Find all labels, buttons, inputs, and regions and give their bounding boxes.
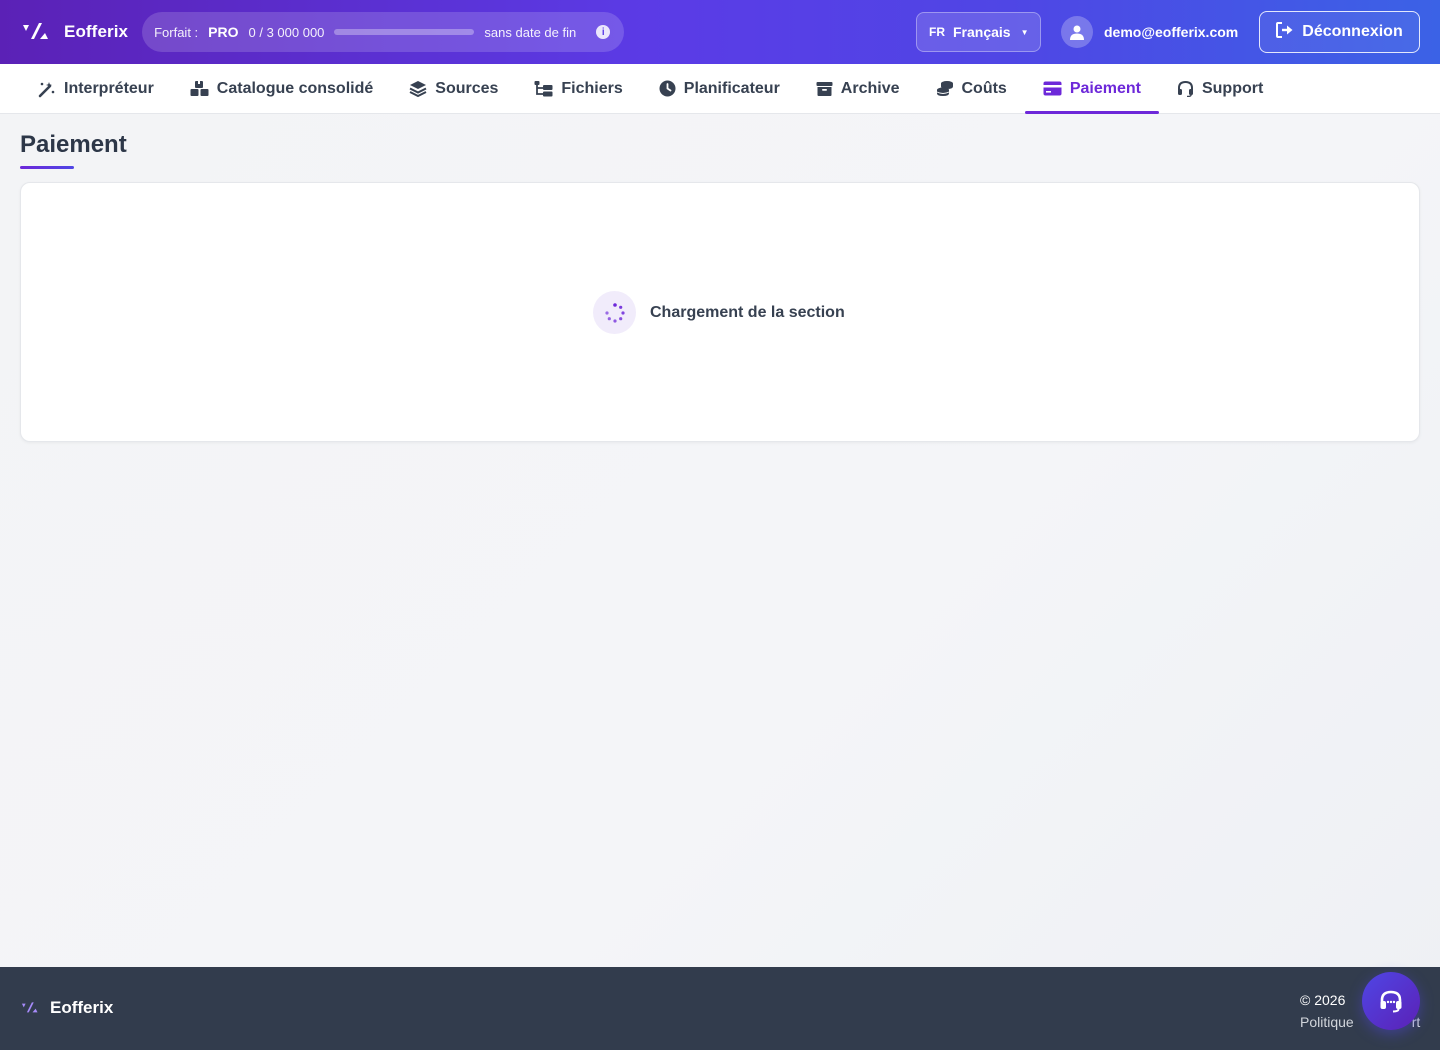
headset-icon	[1380, 990, 1402, 1013]
plan-status: Forfait : PRO 0 / 3 000 000 sans date de…	[142, 12, 625, 52]
archive-box-icon	[816, 81, 833, 96]
clock-icon	[659, 80, 676, 97]
language-selector[interactable]: FR Français ▼	[916, 12, 1041, 52]
sign-out-icon	[1276, 21, 1294, 43]
tab-support[interactable]: Support	[1159, 64, 1281, 113]
main-nav: Interpréteur Catalogue consolidé Sources…	[0, 64, 1440, 114]
brand-name: Eofferix	[64, 22, 129, 41]
tab-sources[interactable]: Sources	[391, 64, 516, 113]
footer-brand-name: Eofferix	[50, 998, 114, 1017]
loading-text: Chargement de la section	[650, 303, 845, 321]
plan-end-label: sans date de fin	[484, 24, 577, 40]
title-underline	[20, 166, 74, 169]
tab-label: Catalogue consolidé	[216, 79, 374, 97]
logout-label: Déconnexion	[1302, 23, 1403, 40]
page-title: Paiement	[20, 131, 127, 158]
tab-label: Interpréteur	[64, 79, 154, 97]
section-card: Chargement de la section	[20, 182, 1420, 442]
tab-paiement[interactable]: Paiement	[1024, 64, 1160, 114]
support-chat-button[interactable]	[1362, 972, 1420, 1030]
info-icon[interactable]: i	[596, 25, 611, 39]
tab-archive[interactable]: Archive	[798, 64, 918, 113]
tab-interpreteur[interactable]: Interpréteur	[20, 64, 172, 113]
language-code: FR	[929, 25, 945, 39]
footer-link-politique[interactable]: Politique	[1300, 1014, 1354, 1030]
tab-label: Coûts	[961, 79, 1007, 97]
plan-label: Forfait :	[154, 24, 199, 40]
tab-label: Archive	[840, 79, 900, 97]
logout-button[interactable]: Déconnexion	[1259, 11, 1420, 53]
top-bar: Eofferix Forfait : PRO 0 / 3 000 000 san…	[0, 0, 1440, 64]
caret-down-icon: ▼	[1020, 27, 1029, 37]
tab-catalogue-consolide[interactable]: Catalogue consolidé	[172, 64, 391, 113]
folder-tree-icon	[534, 81, 553, 97]
tab-label: Planificateur	[683, 79, 780, 97]
magic-wand-icon	[38, 81, 55, 97]
tab-label: Paiement	[1069, 79, 1141, 97]
footer-brand[interactable]: Eofferix	[20, 998, 113, 1018]
loading-indicator: Chargement de la section	[593, 291, 845, 334]
brand[interactable]: Eofferix	[20, 16, 128, 48]
user-email: demo@eofferix.com	[1104, 24, 1239, 40]
user-menu[interactable]: demo@eofferix.com	[1061, 16, 1238, 48]
user-avatar-icon	[1061, 16, 1093, 48]
tab-fichiers[interactable]: Fichiers	[516, 64, 640, 113]
spinner-icon	[593, 291, 636, 334]
layers-icon	[409, 81, 427, 97]
language-label: Français	[953, 24, 1011, 40]
headset-icon	[1177, 80, 1193, 97]
plan-name: PRO	[208, 24, 239, 40]
tab-label: Sources	[435, 79, 499, 97]
eofferix-logo-icon	[21, 1002, 38, 1013]
tab-couts[interactable]: Coûts	[918, 64, 1025, 113]
tab-planificateur[interactable]: Planificateur	[641, 64, 798, 113]
footer: Eofferix © 2026 Politique rt	[0, 967, 1440, 1050]
eofferix-logo-icon	[20, 16, 52, 48]
plan-usage-bar	[334, 29, 475, 35]
coins-icon	[936, 81, 953, 96]
tab-label: Fichiers	[561, 79, 623, 97]
boxes-icon	[190, 81, 209, 96]
credit-card-icon	[1043, 81, 1062, 96]
tab-label: Support	[1201, 79, 1264, 97]
plan-usage: 0 / 3 000 000	[248, 24, 325, 40]
